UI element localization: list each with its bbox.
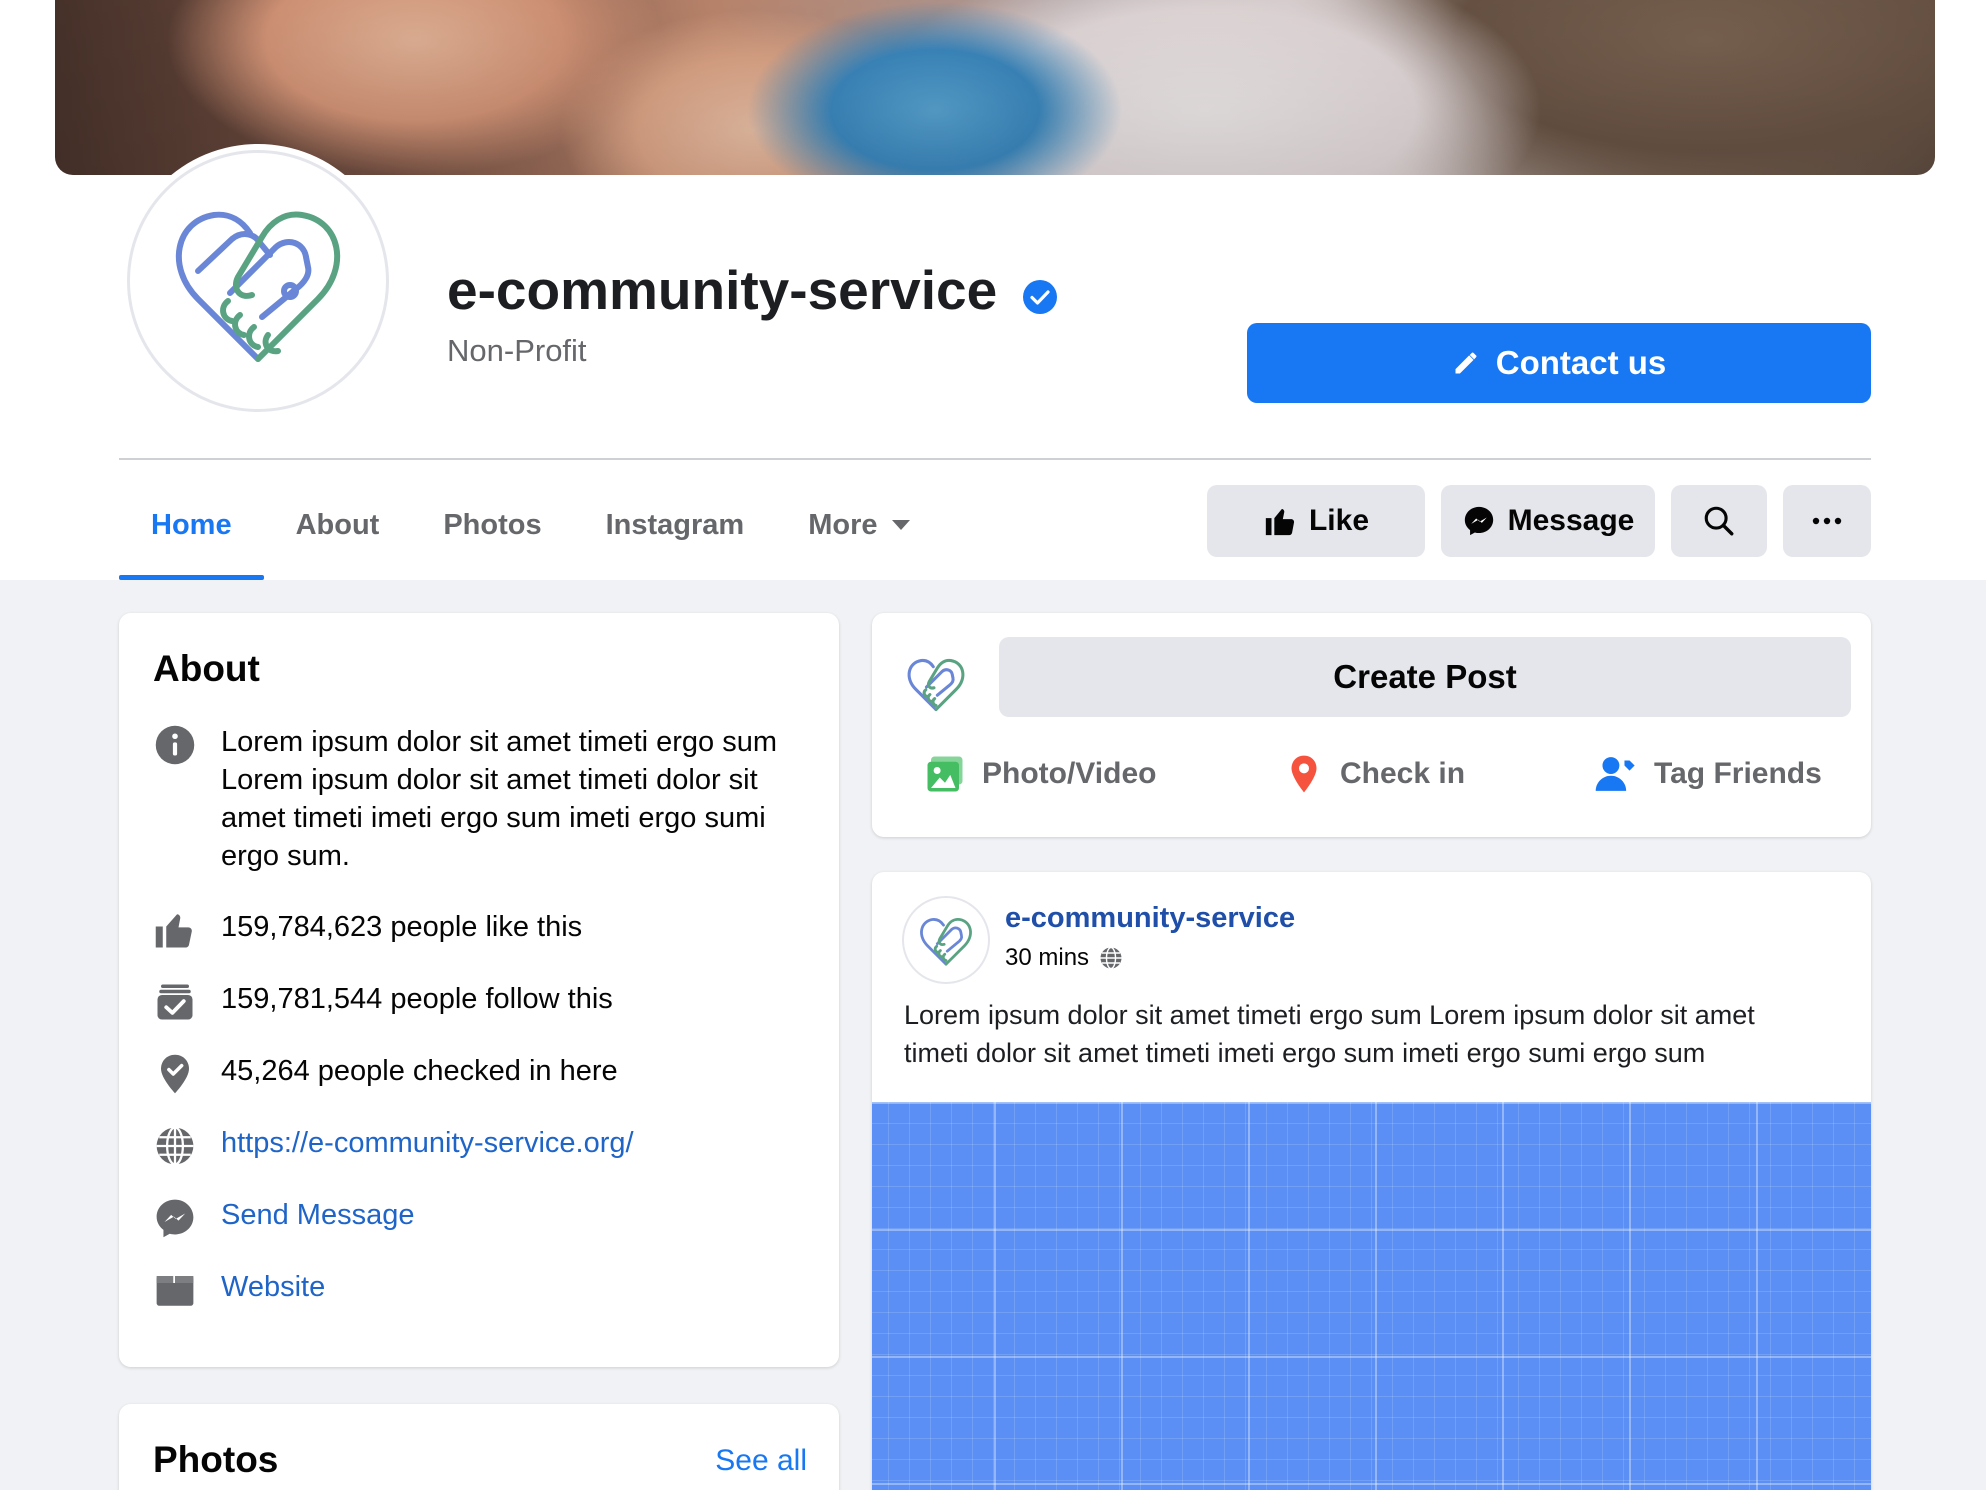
about-description-row: Lorem ipsum dolor sit amet timeti ergo s… xyxy=(153,723,801,875)
about-website-url[interactable]: https://e-community-service.org/ xyxy=(221,1124,634,1162)
tab-home[interactable]: Home xyxy=(119,470,264,580)
checkin-pin-icon xyxy=(153,1052,197,1096)
about-likes-row: 159,784,623 people like this xyxy=(153,908,582,952)
globe-icon xyxy=(153,1124,197,1168)
post-author-name[interactable]: e-community-service xyxy=(1005,902,1295,935)
handshake-heart-logo-icon xyxy=(175,211,341,362)
photo-video-label: Photo/Video xyxy=(982,757,1157,790)
caret-down-icon xyxy=(891,520,910,530)
profile-picture[interactable] xyxy=(127,150,389,412)
like-label: Like xyxy=(1308,504,1370,537)
like-button[interactable]: Like xyxy=(1207,485,1425,557)
about-website-row[interactable]: Website xyxy=(153,1268,325,1312)
about-likes: 159,784,623 people like this xyxy=(221,911,583,943)
page-category: Non-Profit xyxy=(447,333,587,368)
thumbs-up-icon xyxy=(1265,508,1295,536)
verified-badge-icon xyxy=(1023,280,1057,314)
message-label: Message xyxy=(1507,504,1635,537)
post-card: e-community-service 30 mins Lorem ipsum … xyxy=(872,872,1871,1490)
follow-check-icon xyxy=(153,980,197,1024)
tag-friends-button[interactable]: Tag Friends xyxy=(1594,753,1822,795)
tab-instagram-label: Instagram xyxy=(605,508,745,541)
tab-instagram[interactable]: Instagram xyxy=(574,470,777,580)
thumbs-up-icon xyxy=(153,908,197,952)
post-text: Lorem ipsum dolor sit amet timeti ergo s… xyxy=(904,1000,1755,1068)
info-icon xyxy=(153,723,197,767)
tab-more[interactable]: More xyxy=(776,470,941,580)
search-icon xyxy=(1704,506,1734,536)
tab-home-label: Home xyxy=(151,508,232,541)
create-post-card: Create Post Photo/Video Check in Tag Fri… xyxy=(872,613,1871,837)
about-send-message-link[interactable]: Send Message xyxy=(221,1196,414,1234)
photos-card-title: Photos xyxy=(153,1439,279,1480)
about-checkins-row: 45,264 people checked in here xyxy=(153,1052,618,1096)
about-checkins: 45,264 people checked in here xyxy=(221,1055,618,1087)
page-avatar-icon xyxy=(907,658,965,712)
about-card-title: About xyxy=(153,648,260,689)
cover-photo[interactable] xyxy=(55,0,1935,175)
messenger-icon xyxy=(153,1196,197,1240)
post-author-avatar[interactable] xyxy=(902,896,990,984)
page-avatar-icon xyxy=(920,917,972,966)
post-timestamp[interactable]: 30 mins xyxy=(1005,944,1123,972)
tag-friends-label: Tag Friends xyxy=(1654,757,1822,790)
photo-video-icon xyxy=(927,756,963,792)
more-options-button[interactable] xyxy=(1783,485,1871,557)
tab-photos-label: Photos xyxy=(443,508,542,541)
check-in-label: Check in xyxy=(1340,757,1466,790)
post-time-label: 30 mins xyxy=(1005,944,1090,971)
ellipsis-icon xyxy=(1812,517,1842,525)
messenger-icon xyxy=(1464,506,1493,536)
page-header-region: e-community-service Non-Profit Contact u… xyxy=(0,0,1986,580)
about-follows-row: 159,781,544 people follow this xyxy=(153,980,613,1024)
photos-card: Photos See all xyxy=(119,1404,839,1490)
location-pin-icon xyxy=(1291,755,1317,793)
about-website-link[interactable]: Website xyxy=(221,1268,325,1306)
tab-about-label: About xyxy=(295,508,380,541)
post-image-placeholder[interactable] xyxy=(872,1102,1871,1490)
message-button[interactable]: Message xyxy=(1441,485,1655,557)
check-in-button[interactable]: Check in xyxy=(1284,753,1465,795)
tab-more-label: More xyxy=(808,508,878,541)
photo-video-button[interactable]: Photo/Video xyxy=(924,753,1156,795)
see-all-link[interactable]: See all xyxy=(715,1444,807,1478)
cover-shade xyxy=(55,0,1935,175)
search-button[interactable] xyxy=(1671,485,1767,557)
pencil-icon xyxy=(1455,352,1477,374)
tag-friends-icon xyxy=(1595,757,1635,791)
page-tabs: Home About Photos Instagram More xyxy=(119,470,942,580)
globe-icon xyxy=(1100,946,1122,970)
contact-us-button[interactable]: Contact us xyxy=(1247,323,1871,403)
create-post-button[interactable]: Create Post xyxy=(999,637,1851,717)
about-url-row[interactable]: https://e-community-service.org/ xyxy=(153,1124,634,1168)
about-card: About Lorem ipsum dolor sit amet timeti … xyxy=(119,613,839,1367)
about-follows: 159,781,544 people follow this xyxy=(221,983,613,1015)
about-description: Lorem ipsum dolor sit amet timeti ergo s… xyxy=(221,726,778,872)
about-send-message-row[interactable]: Send Message xyxy=(153,1196,414,1240)
contact-us-label: Contact us xyxy=(1495,344,1667,381)
tab-photos[interactable]: Photos xyxy=(411,470,573,580)
header-divider xyxy=(119,458,1871,460)
tab-about[interactable]: About xyxy=(264,470,412,580)
website-folder-icon xyxy=(153,1268,197,1312)
page-title: e-community-service xyxy=(447,259,998,321)
